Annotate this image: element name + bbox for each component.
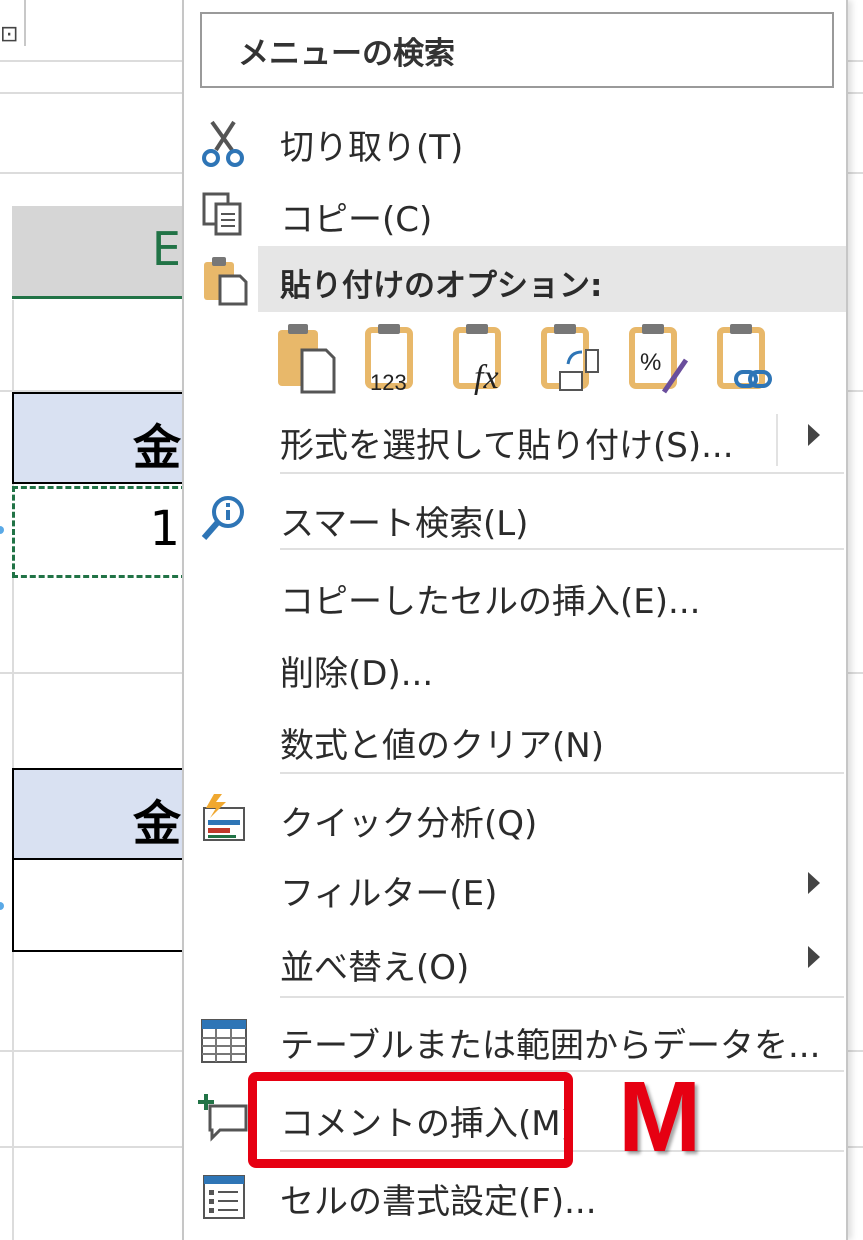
- column-header-label: E: [151, 222, 181, 276]
- menu-item-quick-analysis[interactable]: クイック分析(Q): [184, 782, 844, 854]
- paste-formatting-icon[interactable]: %: [626, 320, 692, 396]
- paste-formatting-text: %: [640, 349, 661, 376]
- table-cell[interactable]: [12, 860, 189, 952]
- menu-item-clear-contents[interactable]: 数式と値のクリア(N): [184, 704, 844, 776]
- submenu-arrow-icon: [808, 946, 820, 968]
- paste-icon: [204, 257, 248, 306]
- highlight-box: [248, 1072, 573, 1168]
- menu-item-delete[interactable]: 削除(D)...: [184, 632, 844, 704]
- cell-value: 1: [149, 501, 180, 557]
- menu-item-get-data-from-table[interactable]: テーブルまたは範囲からデータを...: [184, 1004, 844, 1076]
- table-header-text: 金: [132, 796, 181, 852]
- menu-item-label: フィルター(E): [280, 874, 498, 914]
- paste-options-label: 貼り付けのオプション:: [280, 268, 603, 304]
- paste-formulas-text: fx: [474, 359, 499, 396]
- menu-item-filter[interactable]: フィルター(E): [184, 852, 844, 924]
- menu-separator: [280, 772, 844, 774]
- cell-marker: [0, 902, 4, 910]
- paste-default-icon[interactable]: [274, 320, 340, 396]
- menu-item-label: テーブルまたは範囲からデータを...: [280, 1026, 821, 1066]
- column-header-e[interactable]: E: [12, 206, 187, 299]
- menu-item-label: 形式を選択して貼り付け(S)...: [280, 426, 734, 466]
- menu-item-paste-special[interactable]: 形式を選択して貼り付け(S)...: [184, 404, 844, 476]
- paste-transpose-icon[interactable]: [538, 320, 604, 396]
- menu-item-label: 切り取り(T): [280, 128, 464, 168]
- table-header-cell[interactable]: 金: [12, 768, 189, 860]
- menu-item-sort[interactable]: 並べ替え(O): [184, 926, 844, 998]
- menu-separator: [280, 996, 844, 998]
- new-comment-icon: [198, 1094, 248, 1142]
- menu-item-cut[interactable]: 切り取り(T): [184, 106, 844, 178]
- cell-marker: [0, 526, 4, 534]
- menu-item-label: スマート検索(L): [280, 504, 529, 544]
- menu-separator: [280, 548, 844, 550]
- paste-values-icon[interactable]: 123: [362, 320, 428, 396]
- format-cells-icon: [203, 1175, 245, 1219]
- paste-formulas-icon[interactable]: fx: [450, 320, 516, 396]
- paste-options-row: 123 fx %: [274, 320, 814, 396]
- table-header-cell[interactable]: 金: [12, 392, 189, 484]
- menu-item-format-cells[interactable]: セルの書式設定(F)...: [184, 1160, 844, 1232]
- menu-separator: [280, 472, 844, 474]
- context-menu: メニューの検索 切り取り(T) コピー(C) 貼り付けのオプション: 123 f…: [182, 0, 848, 1240]
- paste-values-text: 123: [370, 370, 407, 395]
- paste-link-icon[interactable]: [714, 320, 780, 396]
- copied-cell[interactable]: 1: [12, 486, 187, 578]
- menu-item-label: コピー(C): [280, 200, 433, 240]
- menu-item-label: セルの書式設定(F)...: [280, 1182, 597, 1222]
- scissors-icon: [202, 120, 244, 167]
- menu-item-label: コピーしたセルの挿入(E)...: [280, 582, 701, 622]
- toolbar-separator: [24, 0, 26, 46]
- menu-item-insert-copied-cells[interactable]: コピーしたセルの挿入(E)...: [184, 560, 844, 632]
- menu-search-input[interactable]: メニューの検索: [200, 12, 834, 88]
- menu-item-copy[interactable]: コピー(C): [184, 178, 844, 250]
- menu-search-placeholder: メニューの検索: [238, 36, 455, 72]
- menu-item-label: 数式と値のクリア(N): [280, 726, 604, 766]
- submenu-separator: [776, 414, 778, 466]
- smart-lookup-icon: [201, 496, 244, 540]
- shortcut-key-annotation: M: [618, 1061, 702, 1173]
- quick-analysis-icon: [203, 794, 245, 841]
- menu-item-label: 並べ替え(O): [280, 948, 470, 988]
- table-header-text: 金: [132, 420, 181, 476]
- menu-item-smart-lookup[interactable]: スマート検索(L): [184, 482, 844, 554]
- toolbar-glyph: ⊡: [0, 22, 19, 47]
- copy-icon: [202, 192, 242, 236]
- submenu-arrow-icon[interactable]: [808, 424, 820, 446]
- menu-item-label: 削除(D)...: [280, 654, 434, 694]
- paste-options-header: 貼り付けのオプション:: [258, 246, 846, 312]
- menu-item-label: クイック分析(Q): [280, 804, 538, 844]
- submenu-arrow-icon: [808, 872, 820, 894]
- table-icon: [201, 1019, 247, 1063]
